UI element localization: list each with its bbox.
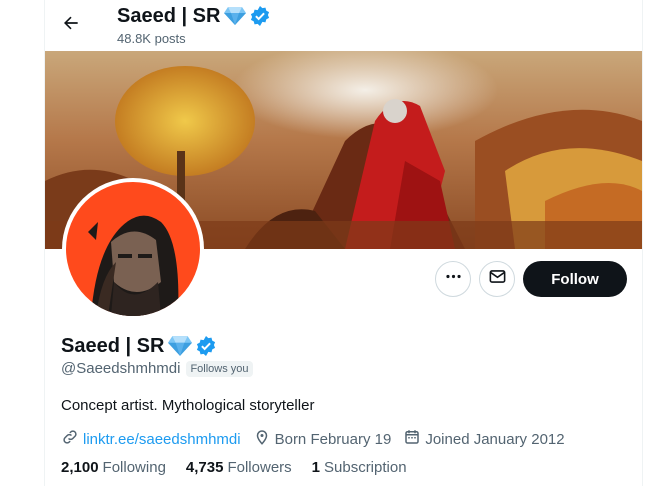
profile-joined: Joined January 2012 — [425, 430, 565, 448]
profile-name: Saeed | SR — [61, 333, 216, 359]
handle-row: @Saeedshmhmdi Follows you — [61, 360, 253, 377]
back-button[interactable] — [54, 8, 88, 42]
meta-born: Born February 19 — [253, 428, 392, 450]
subscription-link[interactable]: 1 Subscription — [312, 459, 407, 476]
diamond-emoji-icon — [224, 6, 247, 26]
following-count: 2,100 — [61, 459, 99, 476]
subscription-count: 1 — [311, 459, 320, 476]
link-icon — [61, 428, 79, 450]
arrow-left-icon — [61, 13, 81, 38]
following-label: Following — [102, 459, 166, 476]
follows-you-badge: Follows you — [186, 360, 253, 377]
following-link[interactable]: 2,100 Following — [61, 459, 166, 476]
message-button[interactable] — [479, 261, 515, 297]
followers-count: 4,735 — [185, 459, 224, 476]
column-border-right — [642, 0, 643, 486]
location-pin-icon — [253, 428, 271, 450]
meta-link: linktr.ee/saeedshmhmdi — [61, 428, 241, 450]
avatar[interactable] — [62, 178, 204, 320]
profile-bio: Concept artist. Mythological storyteller — [61, 397, 315, 414]
subscription-label: Subscription — [324, 459, 407, 476]
profile-born: Born February 19 — [274, 430, 392, 448]
followers-link[interactable]: 4,735 Followers — [186, 459, 292, 476]
diamond-emoji-icon — [168, 335, 193, 357]
more-dots-icon — [444, 267, 463, 291]
follow-button[interactable]: Follow — [523, 261, 627, 297]
profile-display-name: Saeed | SR — [61, 335, 165, 357]
envelope-icon — [488, 267, 507, 291]
followers-label: Followers — [227, 459, 292, 476]
profile-link[interactable]: linktr.ee/saeedshmhmdi — [83, 431, 241, 448]
header-name: Saeed | SR — [117, 4, 270, 28]
more-options-button[interactable] — [435, 261, 471, 297]
calendar-icon — [403, 428, 421, 450]
profile-stats: 2,100 Following 4,735 Followers 1 Subscr… — [61, 459, 407, 476]
profile-handle: @Saeedshmhmdi — [61, 360, 181, 377]
meta-joined: Joined January 2012 — [403, 428, 565, 450]
verified-badge-icon[interactable] — [250, 6, 270, 26]
verified-badge-icon[interactable] — [196, 336, 216, 356]
header-display-name: Saeed | SR — [117, 5, 221, 27]
profile-meta: linktr.ee/saeedshmhmdi Born February 19 … — [61, 428, 565, 450]
header-posts-count: 48.8K posts — [117, 31, 186, 46]
